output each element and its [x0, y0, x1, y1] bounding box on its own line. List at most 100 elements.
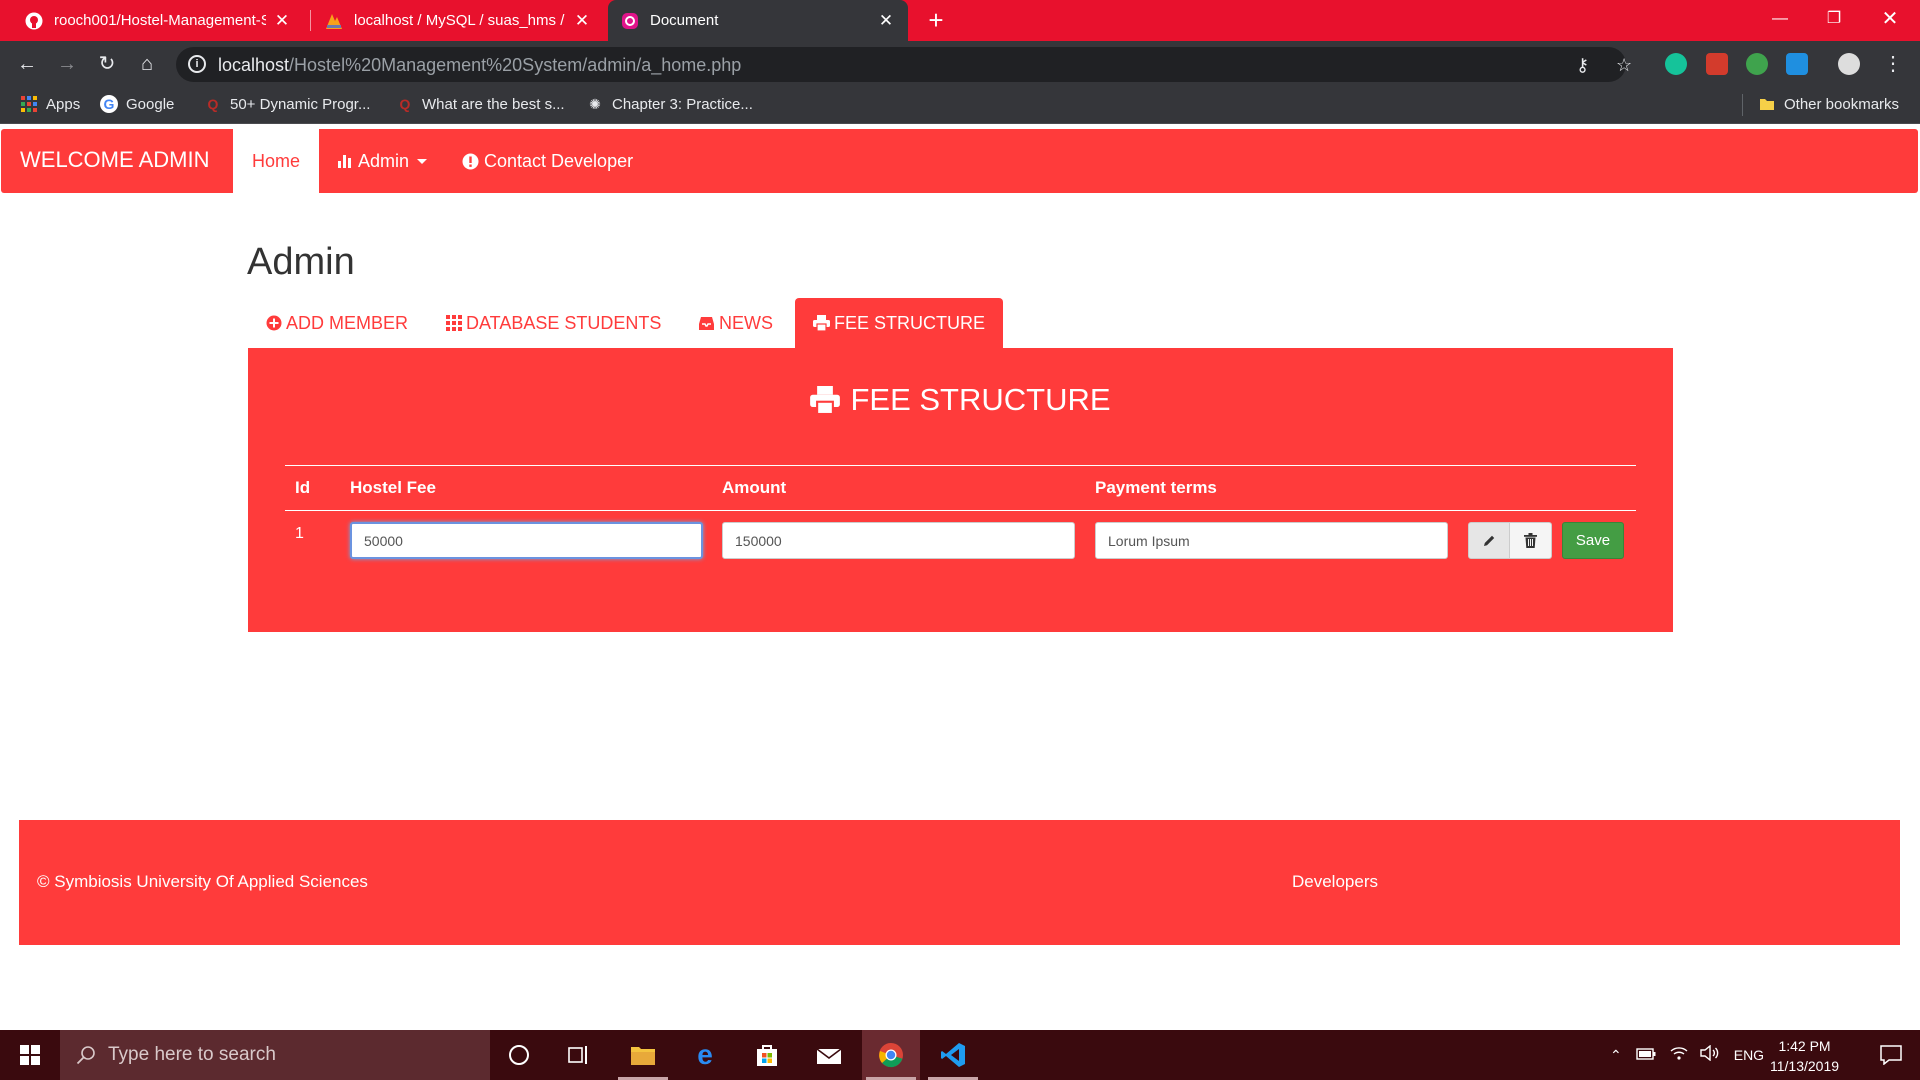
- bookmark-label: Google: [126, 95, 175, 113]
- pencil-icon: [1482, 534, 1496, 548]
- other-bookmarks[interactable]: Other bookmarks: [1758, 95, 1899, 113]
- bookmark-label: Apps: [46, 95, 81, 113]
- back-arrow-icon[interactable]: ←: [12, 49, 42, 79]
- table-divider: [285, 510, 1636, 511]
- site-icon: ✺: [589, 95, 601, 112]
- wifi-icon[interactable]: [1670, 1045, 1688, 1065]
- save-button[interactable]: Save: [1562, 522, 1624, 559]
- extension-red-icon[interactable]: [1706, 53, 1728, 75]
- grid-icon: [446, 315, 462, 331]
- store-icon[interactable]: [738, 1030, 796, 1080]
- tab-fee-structure[interactable]: FEE STRUCTURE: [795, 298, 1004, 348]
- language-indicator[interactable]: ENG: [1734, 1047, 1764, 1063]
- close-tab-icon[interactable]: ✕: [876, 11, 896, 31]
- tab-add-member[interactable]: ADD MEMBER: [266, 298, 408, 348]
- browser-tab-document[interactable]: Document ✕: [608, 0, 908, 41]
- key-icon[interactable]: ⚷: [1576, 55, 1589, 76]
- document-favicon-icon: [620, 11, 640, 31]
- home-icon[interactable]: ⌂: [132, 49, 162, 79]
- notification-center-icon[interactable]: [1862, 1030, 1920, 1080]
- info-icon[interactable]: i: [188, 55, 206, 73]
- google-icon: G: [100, 95, 118, 113]
- chevron-up-icon[interactable]: ⌃: [1610, 1047, 1622, 1064]
- browser-toolbar: ← → ↻ ⌂ i localhost/Hostel%20Management%…: [0, 41, 1920, 88]
- minimize-icon[interactable]: —: [1752, 0, 1808, 38]
- footer-developers-link[interactable]: Developers: [1292, 872, 1378, 892]
- grammarly-extension-icon[interactable]: [1665, 53, 1687, 75]
- row-id: 1: [295, 525, 304, 542]
- skype-extension-icon[interactable]: [1786, 53, 1808, 75]
- menu-kebab-icon[interactable]: ⋮: [1878, 49, 1908, 79]
- site-navbar: WELCOME ADMIN Home Admin Contact Develop…: [1, 129, 1918, 193]
- windows-start-icon[interactable]: [0, 1030, 60, 1080]
- extension-green-icon[interactable]: [1746, 53, 1768, 75]
- tab-label: ADD MEMBER: [286, 312, 409, 333]
- tab-label: DATABASE STUDENTS: [466, 312, 662, 333]
- forward-arrow-icon[interactable]: →: [52, 49, 82, 79]
- address-url[interactable]: localhost/Hostel%20Management%20System/a…: [218, 55, 741, 76]
- file-explorer-icon[interactable]: [614, 1030, 672, 1080]
- footer-copyright: © Symbiosis University Of Applied Scienc…: [37, 872, 368, 891]
- phpmyadmin-icon: [324, 11, 344, 31]
- close-tab-icon[interactable]: ✕: [272, 11, 292, 31]
- profile-avatar[interactable]: [1838, 53, 1860, 75]
- tab-label: NEWS: [719, 312, 773, 333]
- chrome-taskbar-icon[interactable]: [862, 1030, 920, 1080]
- page-viewport: WELCOME ADMIN Home Admin Contact Develop…: [0, 124, 1920, 1030]
- nav-admin-label: Admin: [358, 150, 410, 171]
- browser-tab-phpmyadmin[interactable]: localhost / MySQL / suas_hms / f ✕: [312, 0, 604, 41]
- bookmark-google[interactable]: G Google: [100, 95, 174, 113]
- nav-contact-developer[interactable]: Contact Developer: [462, 129, 633, 193]
- bookmark-star-icon[interactable]: ☆: [1616, 55, 1632, 76]
- cortana-icon[interactable]: [490, 1030, 548, 1080]
- volume-icon[interactable]: [1700, 1044, 1720, 1065]
- quora-icon: Q: [207, 96, 219, 112]
- browser-tab-title: localhost / MySQL / suas_hms / f: [354, 12, 566, 29]
- window-close-icon[interactable]: ✕: [1862, 0, 1918, 38]
- bar-chart-icon: [337, 153, 353, 169]
- clock-time: 1:42 PM: [1778, 1038, 1831, 1054]
- address-bar[interactable]: i localhost/Hostel%20Management%20System…: [176, 47, 1632, 82]
- print-icon: [810, 386, 841, 414]
- browser-tab-github[interactable]: rooch001/Hostel-Management-S ✕: [12, 0, 304, 41]
- battery-icon[interactable]: [1636, 1047, 1656, 1064]
- table-header-amount: Amount: [722, 478, 787, 497]
- taskbar-search-box[interactable]: Type here to search: [60, 1030, 490, 1080]
- tab-news[interactable]: NEWS: [698, 298, 773, 348]
- caret-down-icon: [417, 158, 428, 164]
- table-header-hostel-fee: Hostel Fee: [350, 478, 436, 497]
- amount-input[interactable]: [722, 522, 1075, 559]
- reload-icon[interactable]: ↻: [92, 49, 122, 79]
- inbox-icon: [698, 315, 715, 331]
- mail-icon[interactable]: [800, 1030, 858, 1080]
- bookmark-separator: [1742, 94, 1743, 116]
- tab-label: FEE STRUCTURE: [834, 312, 986, 333]
- edit-button[interactable]: [1468, 522, 1510, 559]
- browser-tab-title: Document: [650, 12, 719, 29]
- vscode-icon[interactable]: [924, 1030, 982, 1080]
- delete-button[interactable]: [1510, 522, 1552, 559]
- close-tab-icon[interactable]: ✕: [572, 11, 592, 31]
- bookmark-dynamic-programming[interactable]: Q 50+ Dynamic Progr...: [204, 95, 371, 113]
- panel-heading: FEE STRUCTURE: [248, 382, 1673, 418]
- bookmarks-bar: Apps G Google Q 50+ Dynamic Progr... Q W…: [0, 88, 1920, 124]
- navbar-brand[interactable]: WELCOME ADMIN: [20, 147, 209, 173]
- tab-database-students[interactable]: DATABASE STUDENTS: [446, 298, 661, 348]
- restore-icon[interactable]: ❐: [1806, 0, 1862, 38]
- system-tray: ⌃ ENG: [1610, 1030, 1764, 1080]
- bookmark-chapter-3[interactable]: ✺ Chapter 3: Practice...: [586, 95, 753, 113]
- payment-terms-input[interactable]: [1095, 522, 1448, 559]
- new-tab-icon[interactable]: +: [922, 6, 950, 34]
- bookmark-what-are-the-best[interactable]: Q What are the best s...: [396, 95, 565, 113]
- task-view-icon[interactable]: [550, 1030, 608, 1080]
- nav-home[interactable]: Home: [233, 129, 320, 193]
- taskbar-clock[interactable]: 1:42 PM 11/13/2019: [1770, 1036, 1839, 1076]
- edge-browser-icon[interactable]: e: [676, 1030, 734, 1080]
- hostel-fee-input[interactable]: [350, 522, 703, 559]
- trash-icon: [1524, 533, 1537, 548]
- nav-admin-dropdown[interactable]: Admin: [337, 129, 428, 193]
- tab-separator: [310, 10, 311, 31]
- bookmark-apps[interactable]: Apps: [20, 95, 80, 113]
- search-placeholder: Type here to search: [108, 1044, 276, 1065]
- bookmark-label: 50+ Dynamic Progr...: [230, 95, 371, 113]
